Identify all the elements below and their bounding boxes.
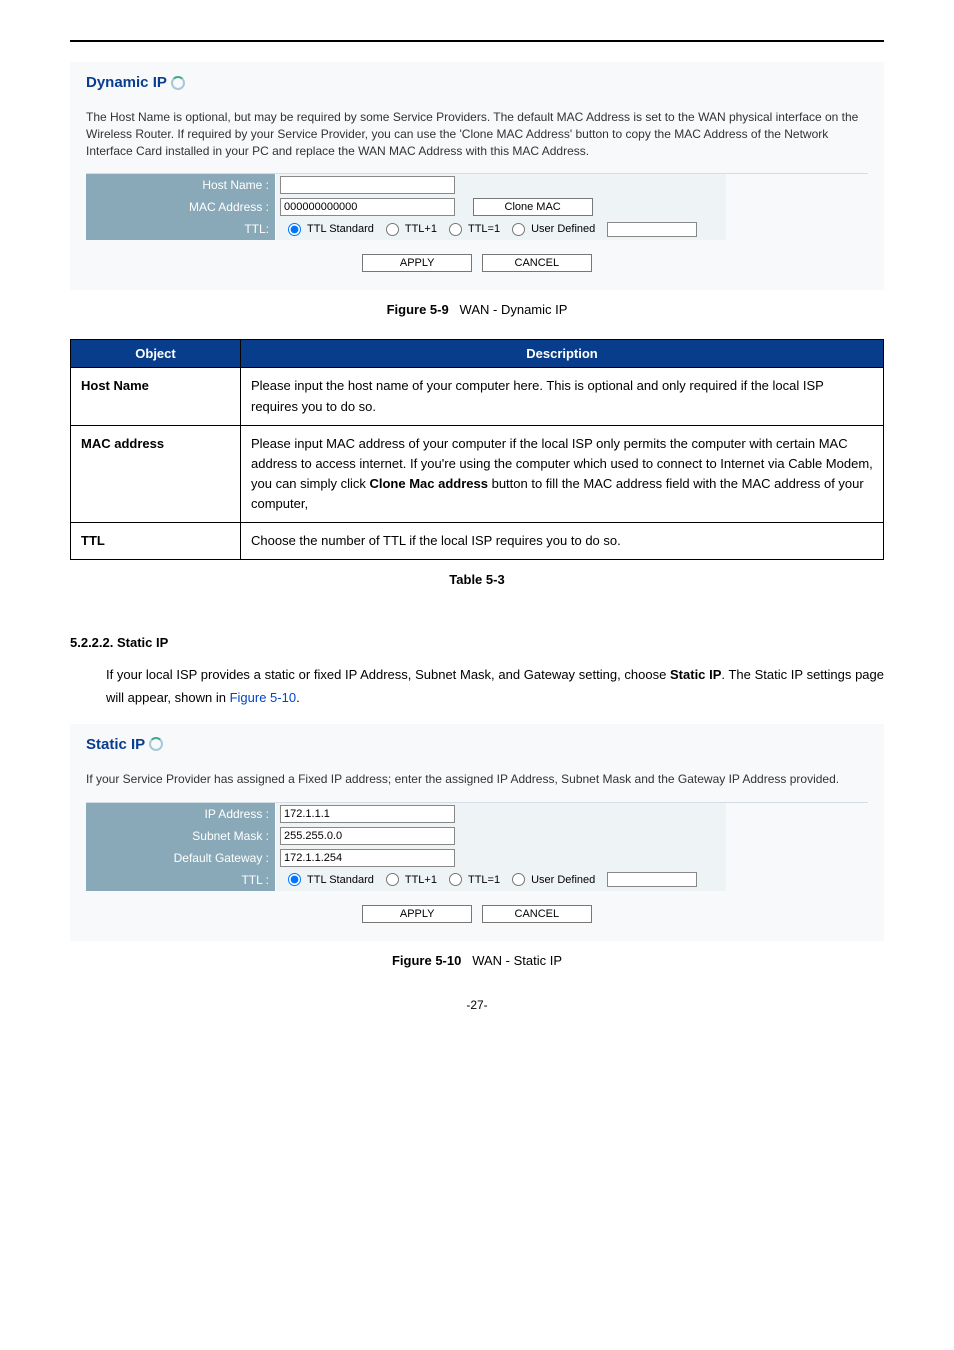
table-row: MAC address Please input MAC address of … bbox=[71, 425, 884, 523]
subnet-mask-label: Subnet Mask : bbox=[86, 825, 276, 847]
static-ttl-standard-label: TTL Standard bbox=[307, 874, 374, 886]
table-header-object: Object bbox=[71, 340, 241, 368]
ttl-standard-label: TTL Standard bbox=[307, 223, 374, 235]
static-ip-title: Static IP bbox=[86, 736, 868, 753]
default-gateway-input[interactable] bbox=[280, 849, 455, 867]
static-ttl-plus1-label: TTL+1 bbox=[405, 874, 437, 886]
section-paragraph: If your local ISP provides a static or f… bbox=[106, 664, 884, 710]
static-ttl-user-input[interactable] bbox=[607, 872, 697, 887]
clone-mac-button[interactable]: Clone MAC bbox=[473, 198, 593, 216]
section-heading: 5.2.2.2. Static IP bbox=[70, 635, 884, 650]
ip-address-label: IP Address : bbox=[86, 803, 276, 825]
figure-5-9-caption: Figure 5-9 WAN - Dynamic IP bbox=[70, 302, 884, 317]
mac-address-label: MAC Address : bbox=[86, 196, 276, 218]
table-row: Host Name Please input the host name of … bbox=[71, 368, 884, 425]
ttl-plus1-radio[interactable] bbox=[386, 223, 399, 236]
table-header-desc: Description bbox=[241, 340, 884, 368]
host-name-input[interactable] bbox=[280, 176, 455, 194]
dynamic-ip-panel: Dynamic IP The Host Name is optional, bu… bbox=[70, 62, 884, 290]
static-ttl-eq1-label: TTL=1 bbox=[468, 874, 500, 886]
params-table: Object Description Host Name Please inpu… bbox=[70, 339, 884, 560]
ttl-user-input[interactable] bbox=[607, 222, 697, 237]
static-apply-button[interactable]: APPLY bbox=[362, 905, 472, 923]
figure-5-10-link[interactable]: Figure 5-10 bbox=[230, 690, 296, 705]
static-ip-panel: Static IP If your Service Provider has a… bbox=[70, 724, 884, 941]
subnet-mask-input[interactable] bbox=[280, 827, 455, 845]
host-name-label: Host Name : bbox=[86, 174, 276, 196]
ttl-standard-radio[interactable] bbox=[288, 223, 301, 236]
page-number: -27- bbox=[70, 998, 884, 1012]
ttl-eq1-radio[interactable] bbox=[449, 223, 462, 236]
mac-address-input[interactable] bbox=[280, 198, 455, 216]
static-ttl-standard-radio[interactable] bbox=[288, 873, 301, 886]
static-ttl-user-radio[interactable] bbox=[512, 873, 525, 886]
table-row: TTL Choose the number of TTL if the loca… bbox=[71, 523, 884, 560]
refresh-icon bbox=[149, 737, 163, 751]
ip-address-input[interactable] bbox=[280, 805, 455, 823]
ttl-label: TTL: bbox=[86, 218, 276, 240]
static-ttl-user-label: User Defined bbox=[531, 874, 595, 886]
cancel-button[interactable]: CANCEL bbox=[482, 254, 592, 272]
figure-5-10-caption: Figure 5-10 WAN - Static IP bbox=[70, 953, 884, 968]
static-ttl-plus1-radio[interactable] bbox=[386, 873, 399, 886]
ttl-user-label: User Defined bbox=[531, 223, 595, 235]
table-5-3-caption: Table 5-3 bbox=[70, 572, 884, 587]
default-gateway-label: Default Gateway : bbox=[86, 847, 276, 869]
ttl-user-radio[interactable] bbox=[512, 223, 525, 236]
static-ip-desc: If your Service Provider has assigned a … bbox=[86, 771, 868, 788]
static-ttl-eq1-radio[interactable] bbox=[449, 873, 462, 886]
static-ttl-label: TTL : bbox=[86, 869, 276, 891]
ttl-plus1-label: TTL+1 bbox=[405, 223, 437, 235]
refresh-icon bbox=[171, 76, 185, 90]
apply-button[interactable]: APPLY bbox=[362, 254, 472, 272]
ttl-eq1-label: TTL=1 bbox=[468, 223, 500, 235]
dynamic-ip-title: Dynamic IP bbox=[86, 74, 868, 91]
static-cancel-button[interactable]: CANCEL bbox=[482, 905, 592, 923]
dynamic-ip-desc: The Host Name is optional, but may be re… bbox=[86, 109, 868, 159]
